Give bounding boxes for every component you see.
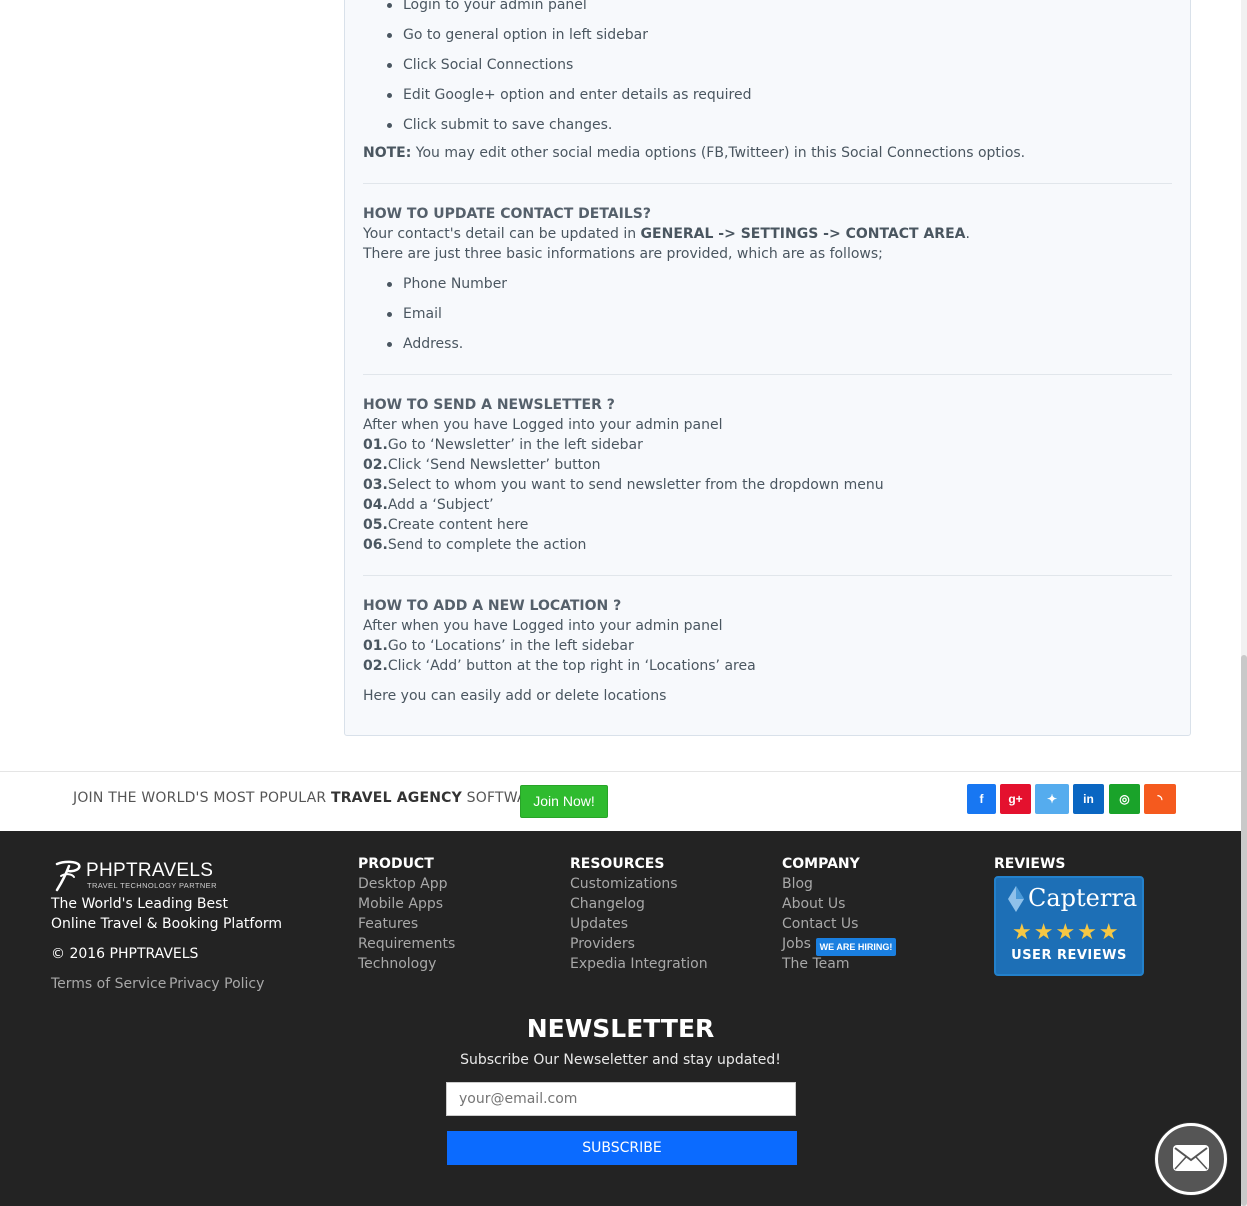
- footer-link-about[interactable]: About Us: [782, 896, 845, 912]
- google-plus-icon[interactable]: g+: [1000, 784, 1031, 814]
- location-step: 02.Click ‘Add’ button at the top right i…: [363, 656, 756, 676]
- step-number: 03.: [363, 477, 388, 493]
- newsletter-step: 02.Click ‘Send Newsletter’ button: [363, 455, 601, 475]
- company-heading: COMPANY: [782, 856, 860, 872]
- divider: [363, 374, 1172, 375]
- newsletter-heading: HOW TO SEND A NEWSLETTER ?: [363, 397, 615, 413]
- footer-link-changelog[interactable]: Changelog: [570, 896, 645, 912]
- location-intro: After when you have Logged into your adm…: [363, 618, 723, 634]
- step-number: 05.: [363, 517, 388, 533]
- phptravels-logo-icon[interactable]: [54, 860, 82, 892]
- footer-link-expedia[interactable]: Expedia Integration: [570, 956, 708, 972]
- step-number: 02.: [363, 457, 388, 473]
- join-text-highlight: TRAVEL AGENCY: [330, 790, 462, 806]
- list-item: Edit Google+ option and enter details as…: [363, 80, 1163, 110]
- footer-link-team[interactable]: The Team: [782, 956, 850, 972]
- step-number: 01.: [363, 437, 388, 453]
- copyright: © 2016 PHPTRAVELS: [51, 946, 199, 962]
- list-item: Login to your admin panel: [363, 0, 1163, 20]
- hiring-badge[interactable]: WE ARE HIRING!: [816, 938, 896, 956]
- social-steps-list: Login to your admin panel Go to general …: [363, 0, 1163, 140]
- envelope-icon: [1173, 1145, 1209, 1171]
- footer-link-contact[interactable]: Contact Us: [782, 916, 858, 932]
- footer-link-updates[interactable]: Updates: [570, 916, 628, 932]
- reviews-heading: REVIEWS: [994, 856, 1066, 872]
- footer-link-blog[interactable]: Blog: [782, 876, 813, 892]
- list-item: Email: [363, 299, 1163, 329]
- footer-link-features[interactable]: Features: [358, 916, 418, 932]
- note-label: NOTE:: [363, 145, 412, 161]
- contact-line-2: There are just three basic informations …: [363, 246, 883, 262]
- brand-tagline: TRAVEL TECHNOLOGY PARTNER: [87, 881, 217, 890]
- facebook-icon[interactable]: f: [967, 784, 996, 814]
- newsletter-subtitle: Subscribe Our Newseletter and stay updat…: [460, 1052, 781, 1068]
- divider: [363, 575, 1172, 576]
- step-text: Go to ‘Locations’ in the left sidebar: [387, 638, 634, 654]
- newsletter-step: 06.Send to complete the action: [363, 535, 586, 555]
- linkedin-icon[interactable]: in: [1073, 784, 1104, 814]
- list-item: Go to general option in left sidebar: [363, 20, 1163, 50]
- product-heading: PRODUCT: [358, 856, 434, 872]
- join-text: JOIN THE WORLD'S MOST POPULAR TRAVEL AGE…: [73, 790, 546, 806]
- join-now-button[interactable]: Join Now!: [520, 785, 608, 818]
- step-text: Select to whom you want to send newslett…: [387, 477, 884, 493]
- list-item: Click Social Connections: [363, 50, 1163, 80]
- divider: [363, 183, 1172, 184]
- step-text: Click ‘Add’ button at the top right in ‘…: [387, 658, 756, 674]
- newsletter-title: NEWSLETTER: [526, 1014, 715, 1043]
- scrollbar-thumb[interactable]: [1241, 655, 1247, 1206]
- step-number: 01.: [363, 638, 388, 654]
- location-heading: HOW TO ADD A NEW LOCATION ?: [363, 598, 622, 614]
- step-number: 06.: [363, 537, 388, 553]
- list-item: Click submit to save changes.: [363, 110, 1163, 140]
- contact-line-1-suffix: .: [965, 226, 970, 242]
- list-item: Address.: [363, 329, 1163, 359]
- note-text: You may edit other social media options …: [411, 145, 1026, 161]
- step-number: 04.: [363, 497, 388, 513]
- list-item: Phone Number: [363, 269, 1163, 299]
- step-text: Go to ‘Newsletter’ in the left sidebar: [387, 437, 643, 453]
- star-rating: ★★★★★: [1012, 920, 1121, 945]
- footer-link-mobile-apps[interactable]: Mobile Apps: [358, 896, 443, 912]
- newsletter-step: 05.Create content here: [363, 515, 528, 535]
- subscribe-button[interactable]: SUBSCRIBE: [447, 1131, 797, 1165]
- footer-link-customizations[interactable]: Customizations: [570, 876, 678, 892]
- capterra-name: Capterra: [1028, 884, 1138, 912]
- privacy-link[interactable]: Privacy Policy: [169, 976, 264, 992]
- footer-link-providers[interactable]: Providers: [570, 936, 635, 952]
- twitter-icon[interactable]: ✦: [1035, 784, 1069, 814]
- instagram-icon[interactable]: ◎: [1109, 784, 1140, 814]
- newsletter-step: 04.Add a ‘Subject’: [363, 495, 494, 515]
- rss-icon[interactable]: ◝: [1144, 784, 1176, 814]
- contact-heading: HOW TO UPDATE CONTACT DETAILS?: [363, 206, 651, 222]
- footer-link-desktop-app[interactable]: Desktop App: [358, 876, 448, 892]
- footer-link-requirements[interactable]: Requirements: [358, 936, 455, 952]
- newsletter-step: 01.Go to ‘Newsletter’ in the left sideba…: [363, 435, 643, 455]
- contact-line-1-prefix: Your contact's detail can be updated in: [363, 226, 641, 242]
- step-text: Click ‘Send Newsletter’ button: [387, 457, 601, 473]
- footer-link-technology[interactable]: Technology: [358, 956, 436, 972]
- step-number: 02.: [363, 658, 388, 674]
- capterra-logo-icon: [1008, 886, 1024, 912]
- brand-name[interactable]: PHPTRAVELS: [86, 860, 213, 882]
- newsletter-intro: After when you have Logged into your adm…: [363, 417, 723, 433]
- newsletter-email-input[interactable]: [446, 1082, 796, 1116]
- contact-settings-path: GENERAL -> SETTINGS -> CONTACT AREA: [640, 226, 966, 242]
- location-step: 01.Go to ‘Locations’ in the left sidebar: [363, 636, 634, 656]
- step-text: Send to complete the action: [387, 537, 587, 553]
- contact-line-1: Your contact's detail can be updated in …: [363, 224, 970, 244]
- user-reviews-label: USER REVIEWS: [1011, 948, 1127, 963]
- footer-tagline-1: The World's Leading Best: [51, 896, 228, 912]
- terms-link[interactable]: Terms of Service: [51, 976, 166, 992]
- newsletter-step: 03.Select to whom you want to send newsl…: [363, 475, 884, 495]
- resources-heading: RESOURCES: [570, 856, 665, 872]
- location-outro: Here you can easily add or delete locati…: [363, 688, 667, 704]
- social-note: NOTE: You may edit other social media op…: [363, 143, 1025, 163]
- footer-tagline-2: Online Travel & Booking Platform: [51, 916, 283, 932]
- join-text-prefix: JOIN THE WORLD'S MOST POPULAR: [73, 790, 331, 806]
- contact-fields-list: Phone Number Email Address.: [363, 269, 1163, 359]
- footer-link-jobs[interactable]: Jobs: [782, 936, 811, 952]
- step-text: Create content here: [387, 517, 529, 533]
- step-text: Add a ‘Subject’: [387, 497, 494, 513]
